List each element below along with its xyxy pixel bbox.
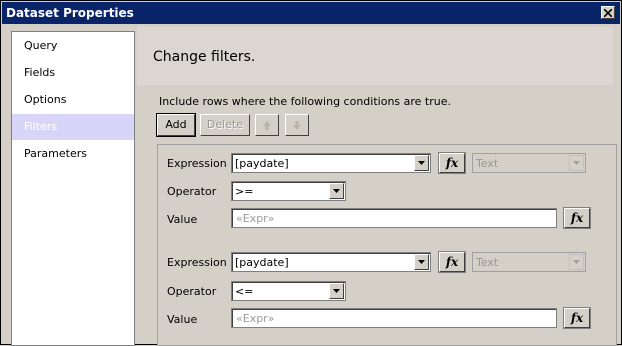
dataset-properties-dialog: Dataset Properties Query Fields Options …: [0, 0, 622, 346]
value-fx-button[interactable]: fx: [563, 207, 591, 229]
add-button-label: Add: [165, 118, 187, 131]
chevron-down-icon: [333, 289, 340, 293]
nav-item-label: Parameters: [24, 147, 87, 160]
value-input[interactable]: «Expr»: [231, 308, 557, 328]
value-placeholder: «Expr»: [236, 212, 275, 225]
move-up-button[interactable]: [255, 114, 279, 136]
page-navigation: Query Fields Options Filters Parameters: [11, 31, 135, 346]
value-label: Value: [167, 313, 198, 326]
move-down-button[interactable]: [285, 114, 309, 136]
title-bar[interactable]: Dataset Properties: [2, 2, 620, 24]
chevron-down-icon: [573, 161, 580, 165]
nav-item-label: Filters: [24, 120, 57, 133]
expression-fx-button[interactable]: fx: [438, 152, 466, 174]
expression-value: [paydate]: [235, 157, 289, 170]
dropdown-arrow[interactable]: [569, 155, 584, 171]
dropdown-arrow[interactable]: [414, 254, 429, 270]
type-dropdown[interactable]: Text: [472, 252, 586, 272]
dropdown-arrow[interactable]: [414, 155, 429, 171]
add-button[interactable]: Add: [156, 113, 196, 137]
close-icon: [604, 8, 612, 17]
fx-icon: fx: [570, 211, 584, 225]
operator-value: >=: [235, 185, 254, 198]
nav-item-label: Options: [24, 93, 67, 106]
value-fx-button[interactable]: fx: [563, 307, 591, 329]
type-value: Text: [476, 256, 499, 269]
expression-label: Expression: [167, 157, 227, 170]
nav-item-options[interactable]: Options: [12, 87, 134, 113]
type-value: Text: [476, 157, 499, 170]
window-title: Dataset Properties: [6, 6, 134, 20]
delete-button[interactable]: Delete: [200, 114, 250, 136]
dropdown-arrow[interactable]: [329, 183, 344, 199]
operator-value: <=: [235, 285, 254, 298]
expression-dropdown[interactable]: [paydate]: [231, 252, 431, 272]
page-title: Change filters.: [153, 49, 256, 65]
operator-dropdown[interactable]: <=: [231, 281, 346, 301]
operator-dropdown[interactable]: >=: [231, 181, 346, 201]
fx-icon: fx: [445, 255, 459, 269]
chevron-down-icon: [333, 189, 340, 193]
value-input[interactable]: «Expr»: [231, 208, 557, 228]
close-button[interactable]: [601, 6, 615, 19]
delete-button-label: Delete: [206, 118, 244, 131]
nav-item-filters[interactable]: Filters: [12, 114, 134, 140]
expression-dropdown[interactable]: [paydate]: [231, 153, 431, 173]
nav-item-label: Fields: [24, 66, 56, 79]
fx-icon: fx: [570, 311, 584, 325]
instruction-text: Include rows where the following conditi…: [159, 95, 451, 108]
operator-label: Operator: [167, 185, 217, 198]
nav-item-parameters[interactable]: Parameters: [12, 141, 134, 167]
dropdown-arrow[interactable]: [569, 254, 584, 270]
operator-label: Operator: [167, 285, 217, 298]
chevron-down-icon: [573, 260, 580, 264]
nav-item-label: Query: [24, 39, 58, 52]
expression-value: [paydate]: [235, 256, 289, 269]
dropdown-arrow[interactable]: [329, 283, 344, 299]
expression-fx-button[interactable]: fx: [438, 251, 466, 273]
page-header: Change filters.: [137, 27, 613, 85]
chevron-down-icon: [418, 161, 425, 165]
type-dropdown[interactable]: Text: [472, 153, 586, 173]
chevron-down-icon: [418, 260, 425, 264]
value-label: Value: [167, 213, 198, 226]
value-placeholder: «Expr»: [236, 312, 275, 325]
expression-label: Expression: [167, 256, 227, 269]
nav-item-fields[interactable]: Fields: [12, 60, 134, 86]
nav-item-query[interactable]: Query: [12, 33, 134, 59]
arrow-down-icon: [293, 121, 301, 130]
arrow-up-icon: [263, 121, 271, 130]
fx-icon: fx: [445, 156, 459, 170]
